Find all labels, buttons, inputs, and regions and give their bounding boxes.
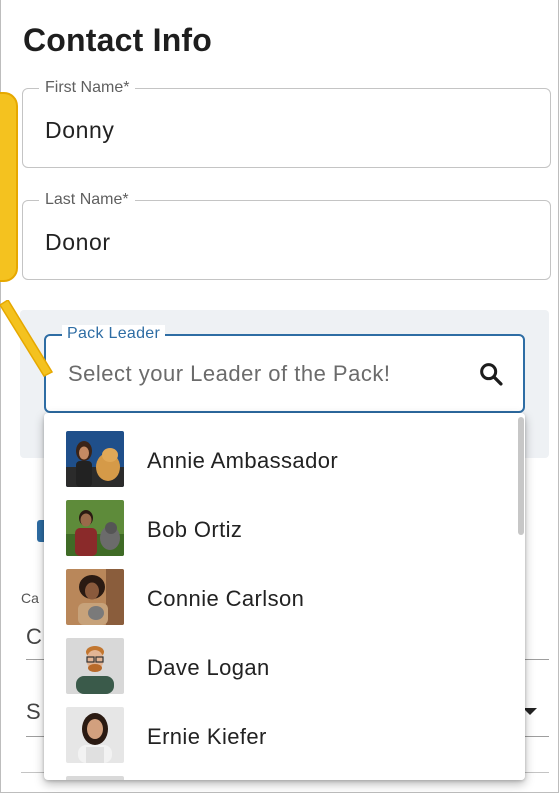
last-name-label: Last Name* bbox=[39, 191, 135, 209]
avatar bbox=[66, 707, 124, 763]
field-underline-2-right bbox=[525, 736, 549, 737]
field-fragment-1: C bbox=[26, 624, 42, 649]
dropdown-option-label: Ernie Kiefer bbox=[147, 724, 267, 749]
first-name-field[interactable]: First Name* Donny bbox=[22, 79, 551, 168]
dropdown-option-label: Bob Ortiz bbox=[147, 517, 243, 542]
contact-info-panel: Contact Info First Name* Donny Last Name… bbox=[0, 0, 559, 793]
pack-leader-field[interactable]: Pack Leader bbox=[44, 325, 525, 413]
avatar bbox=[66, 431, 124, 487]
pack-leader-input[interactable] bbox=[66, 358, 456, 390]
dropdown-list: Annie Ambassador Bob Ortiz Connie Carlso… bbox=[44, 413, 514, 780]
avatar bbox=[66, 569, 124, 625]
field-fragment-2: S bbox=[26, 699, 41, 724]
dropdown-option-label: Dave Logan bbox=[147, 655, 270, 680]
dropdown-option-annie-ambassador[interactable]: Annie Ambassador bbox=[44, 413, 514, 487]
search-icon[interactable] bbox=[477, 360, 505, 388]
page-title: Contact Info bbox=[23, 22, 213, 58]
caption-fragment: Ca bbox=[21, 590, 39, 606]
dropdown-option-partial[interactable] bbox=[44, 758, 514, 780]
avatar bbox=[66, 776, 124, 780]
dropdown-scrollbar-thumb[interactable] bbox=[518, 417, 524, 535]
first-name-value: Donny bbox=[45, 117, 115, 143]
last-name-value: Donor bbox=[45, 229, 111, 255]
dropdown-option-ernie-kiefer[interactable]: Ernie Kiefer bbox=[44, 689, 514, 763]
pack-leader-dropdown[interactable]: Annie Ambassador Bob Ortiz Connie Carlso… bbox=[44, 413, 525, 780]
callout-pointer-icon bbox=[0, 300, 54, 377]
field-underline-2-left bbox=[26, 736, 46, 737]
field-underline-1-right bbox=[525, 659, 549, 660]
avatar bbox=[66, 500, 124, 556]
select-caret-icon[interactable] bbox=[523, 708, 537, 715]
dropdown-scrollbar[interactable] bbox=[515, 413, 525, 780]
bottom-divider-right bbox=[525, 772, 549, 773]
dropdown-option-dave-logan[interactable]: Dave Logan bbox=[44, 620, 514, 694]
callout-bubble bbox=[0, 92, 18, 282]
pack-leader-label: Pack Leader bbox=[62, 325, 166, 343]
dropdown-option-label: Connie Carlson bbox=[147, 586, 305, 611]
dropdown-option-label: Annie Ambassador bbox=[147, 448, 339, 473]
bottom-divider-left bbox=[21, 772, 45, 773]
dropdown-option-connie-carlson[interactable]: Connie Carlson bbox=[44, 551, 514, 625]
first-name-label: First Name* bbox=[39, 79, 136, 97]
dropdown-option-bob-ortiz[interactable]: Bob Ortiz bbox=[44, 482, 514, 556]
avatar bbox=[66, 638, 124, 694]
last-name-field[interactable]: Last Name* Donor bbox=[22, 191, 551, 280]
field-underline-1-left bbox=[26, 659, 46, 660]
